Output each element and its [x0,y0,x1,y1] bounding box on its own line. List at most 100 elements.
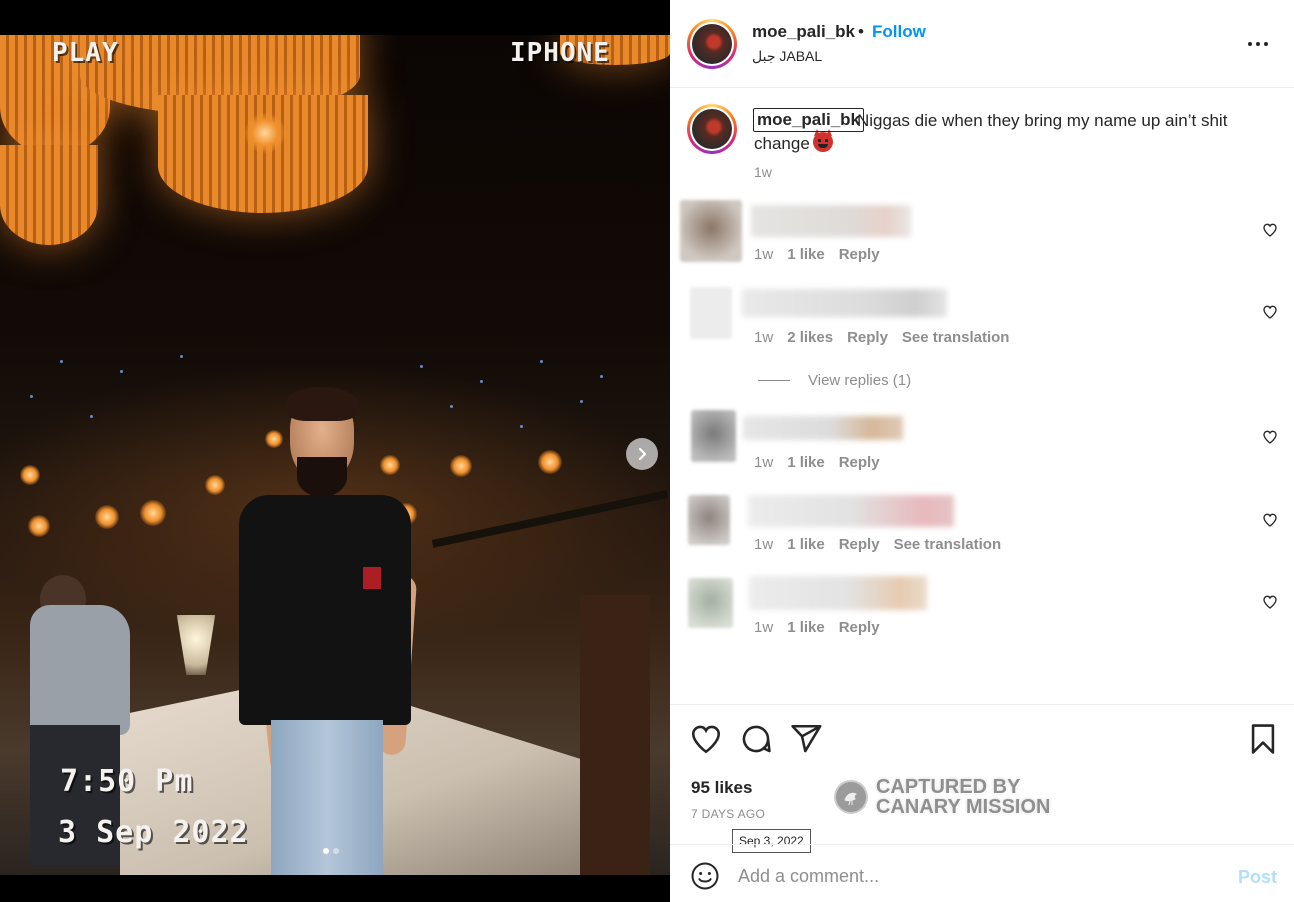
comment-time[interactable]: 1w [754,246,773,263]
city-light [520,425,523,428]
avatar[interactable] [687,19,737,69]
post-timestamp[interactable]: 7 DAYS AGO [691,807,765,821]
comment-icon[interactable] [739,722,773,756]
comment-likes[interactable]: 1 like [787,454,825,471]
comment-avatar-redacted[interactable] [680,200,742,262]
comment-meta: 1w 1 like Reply [754,454,894,471]
stair-railing [580,595,650,875]
city-light [60,360,63,363]
standing-person [235,387,418,875]
restaurant-lamp [20,465,40,485]
bird-icon [844,792,858,806]
restaurant-lamp [140,500,166,526]
post-sidebar: moe_pali_bk • Follow جبل JABAL Niggas di… [670,0,1294,902]
add-comment-bar: Post [670,844,1294,902]
capture-watermark: CAPTURED BY CANARY MISSION [834,777,1050,817]
follow-button[interactable]: Follow [872,22,926,42]
city-light [540,360,543,363]
comment-reply-button[interactable]: Reply [847,329,888,346]
caption-avatar[interactable] [687,104,737,154]
comment-time[interactable]: 1w [754,454,773,471]
smiling-devil-emoji-icon [812,129,833,152]
restaurant-lamp [205,475,225,495]
comment-meta: 1w 2 likes Reply See translation [754,329,1023,346]
see-translation-button[interactable]: See translation [902,329,1010,346]
seated-person-body [30,605,130,735]
see-translation-button[interactable]: See translation [894,536,1002,553]
post-photo[interactable] [0,35,670,875]
post-header: moe_pali_bk • Follow جبل JABAL [670,0,1294,88]
city-light [180,355,183,358]
comment-text-redacted [748,495,954,527]
comment-input[interactable] [738,859,1218,893]
comment-time[interactable]: 1w [754,536,773,553]
comment-text-redacted [743,416,903,440]
carousel-dot [333,848,339,854]
carousel-indicator [323,848,339,854]
city-light [600,375,603,378]
city-light [450,405,453,408]
heart-icon[interactable] [1262,304,1278,320]
lamp-glow [245,113,285,153]
comment-likes[interactable]: 1 like [787,246,825,263]
restaurant-lamp [95,505,119,529]
shirt-logo [363,567,381,589]
comment-reply-button[interactable]: Reply [839,536,880,553]
comment-avatar-redacted[interactable] [690,287,732,339]
bookmark-icon[interactable] [1246,722,1280,756]
city-light [90,415,93,418]
like-heart-icon[interactable] [689,722,723,756]
heart-icon[interactable] [1262,594,1278,610]
emoji-icon[interactable] [690,861,720,891]
post-media: PLAY IPHONE 7:50 Pm 3 Sep 2022 [0,0,670,902]
overlay-play-label: PLAY [52,38,119,68]
heart-icon[interactable] [1262,222,1278,238]
city-light [580,400,583,403]
more-options-button[interactable] [1242,30,1274,58]
person-shirt [239,495,411,725]
avatar-image [692,109,732,149]
restaurant-lamp [450,455,472,477]
comment-reply-button[interactable]: Reply [839,619,880,636]
view-replies-button[interactable]: View replies (1) [758,372,911,389]
heart-icon[interactable] [1262,429,1278,445]
comment-avatar-redacted[interactable] [691,410,736,462]
carousel-dot-active [323,848,329,854]
share-send-icon[interactable] [789,722,823,756]
person-hair [285,387,359,421]
post-comment-button[interactable]: Post [1238,867,1277,888]
comment-text-redacted [742,289,947,317]
watermark-line-2: CANARY MISSION [876,796,1051,818]
comment-likes[interactable]: 1 like [787,536,825,553]
comment-time[interactable]: 1w [754,329,773,346]
overlay-iphone-label: IPHONE [510,38,610,68]
comment-likes[interactable]: 1 like [787,619,825,636]
person-beard [297,457,347,497]
caption-timestamp[interactable]: 1w [754,164,772,180]
carousel-next-button[interactable] [626,438,658,470]
header-separator: • [858,22,864,41]
likes-count[interactable]: 95 likes [691,778,752,798]
more-dot [1256,42,1260,46]
city-light [120,370,123,373]
comment-meta: 1w 1 like Reply See translation [754,536,1015,553]
city-light [480,380,483,383]
comment-likes[interactable]: 2 likes [787,329,833,346]
chevron-right-icon [638,447,647,461]
comment-reply-button[interactable]: Reply [839,246,880,263]
city-light [30,395,33,398]
canary-bird-icon [834,780,868,814]
avatar-image [692,24,732,64]
header-username[interactable]: moe_pali_bk [752,22,855,42]
comment-avatar-redacted[interactable] [688,495,730,545]
comment-avatar-redacted[interactable] [688,578,733,628]
heart-icon[interactable] [1262,512,1278,528]
more-dot [1264,42,1268,46]
watermark-text: CAPTURED BY CANARY MISSION [876,777,1050,817]
comment-time[interactable]: 1w [754,619,773,636]
caption-username[interactable]: moe_pali_bk [753,108,864,132]
city-light [420,365,423,368]
comment-reply-button[interactable]: Reply [839,454,880,471]
post-location[interactable]: جبل JABAL [752,48,822,65]
wicker-lamp [0,145,98,245]
